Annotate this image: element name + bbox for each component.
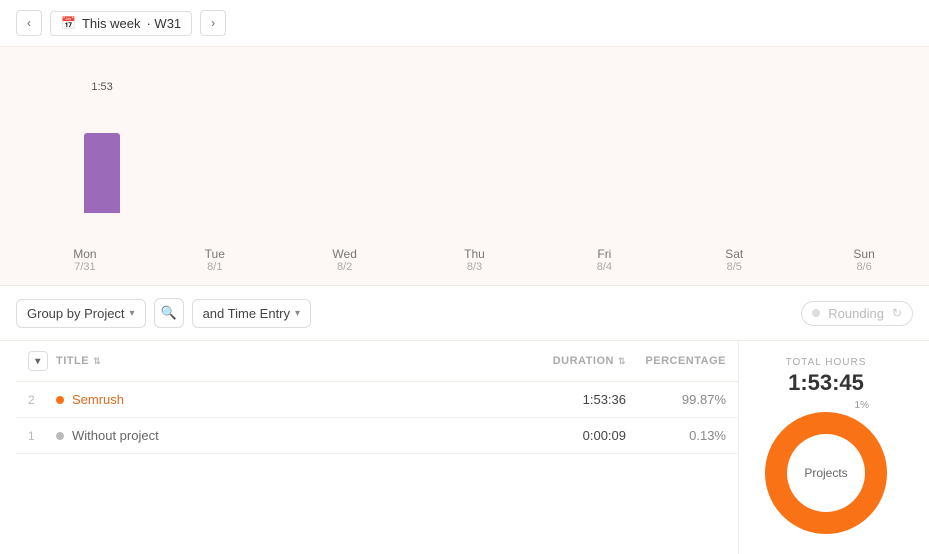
- row-percentage-1: 99.87%: [626, 392, 726, 407]
- rounding-dot-icon: [812, 309, 820, 317]
- project-dot-gray: [56, 432, 64, 440]
- day-date-sat: 8/5: [669, 261, 799, 273]
- prev-week-button[interactable]: ‹: [16, 10, 42, 36]
- rounding-control: Rounding ↻: [801, 301, 913, 326]
- duration-header-label: DURATION: [553, 355, 614, 367]
- row-num-value-2: 1: [28, 429, 35, 443]
- row-duration-1: 1:53:36: [506, 392, 626, 407]
- day-fri: Fri 8/4: [539, 247, 669, 273]
- day-sun: Sun 8/6: [799, 247, 929, 273]
- duration-col-header: DURATION ⇅: [506, 355, 626, 367]
- row-num-value-1: 2: [28, 393, 35, 407]
- day-date-mon: 7/31: [20, 261, 150, 273]
- day-date-wed: 8/2: [280, 261, 410, 273]
- day-sat: Sat 8/5: [669, 247, 799, 273]
- bar-col-fri: [537, 63, 661, 213]
- percentage-col-header: PERCENTAGE: [626, 355, 726, 367]
- day-name-wed: Wed: [280, 247, 410, 261]
- entry-type-arrow-icon: ▾: [295, 308, 300, 319]
- row-num-2: 1: [28, 429, 56, 443]
- day-date-sun: 8/6: [799, 261, 929, 273]
- donut-center-label: Projects: [804, 466, 847, 480]
- row-title-2: Without project: [56, 428, 506, 443]
- group-by-label: Group by Project: [27, 306, 125, 321]
- day-wed: Wed 8/2: [280, 247, 410, 273]
- rounding-refresh-icon[interactable]: ↻: [892, 306, 902, 320]
- week-num-text: · W31: [146, 16, 181, 31]
- chart-area: 1:53: [0, 47, 929, 247]
- week-label-text: This week: [82, 16, 141, 31]
- bar-mon: [84, 133, 120, 213]
- row-percentage-2: 0.13%: [626, 428, 726, 443]
- bar-col-wed: [288, 63, 412, 213]
- day-mon: Mon 7/31: [20, 247, 150, 273]
- title-header-label: TITLE: [56, 355, 89, 367]
- row-duration-2: 0:00:09: [506, 428, 626, 443]
- day-labels: Mon 7/31 Tue 8/1 Wed 8/2 Thu 8/3 Fri 8/4…: [0, 247, 929, 286]
- next-week-button[interactable]: ›: [200, 10, 226, 36]
- project-name-semrush[interactable]: Semrush: [72, 392, 124, 407]
- expand-all-button[interactable]: ▾: [28, 351, 48, 371]
- day-date-fri: 8/4: [539, 261, 669, 273]
- total-hours-label: TOTAL HOURS: [786, 357, 867, 368]
- table-row: 1 Without project 0:00:09 0.13%: [16, 418, 738, 454]
- row-num-1: 2: [28, 393, 56, 407]
- rounding-label: Rounding: [828, 306, 884, 321]
- entry-type-label: and Time Entry: [203, 306, 290, 321]
- expand-col-header: ▾: [28, 351, 56, 371]
- bar-col-sat: [661, 63, 785, 213]
- duration-sort-icon[interactable]: ⇅: [618, 356, 626, 367]
- title-sort-icon[interactable]: ⇅: [93, 356, 101, 367]
- day-name-sun: Sun: [799, 247, 929, 261]
- day-name-sat: Sat: [669, 247, 799, 261]
- bar-col-sun: [785, 63, 909, 213]
- bar-col-thu: [412, 63, 536, 213]
- title-col-header: TITLE ⇅: [56, 355, 506, 367]
- table-row: 2 Semrush 1:53:36 99.87%: [16, 382, 738, 418]
- day-name-mon: Mon: [20, 247, 150, 261]
- group-by-dropdown[interactable]: Group by Project ▾: [16, 299, 146, 328]
- day-name-thu: Thu: [410, 247, 540, 261]
- time-table: ▾ TITLE ⇅ DURATION ⇅ PERCENTAGE 2 Semrus…: [16, 341, 738, 554]
- day-thu: Thu 8/3: [410, 247, 540, 273]
- project-name-without: Without project: [72, 428, 159, 443]
- day-date-thu: 8/3: [410, 261, 540, 273]
- controls-row: Group by Project ▾ 🔍 and Time Entry ▾ Ro…: [0, 286, 929, 341]
- table-area: ▾ TITLE ⇅ DURATION ⇅ PERCENTAGE 2 Semrus…: [0, 341, 929, 554]
- search-icon: 🔍: [160, 305, 176, 321]
- bar-value-mon: 1:53: [91, 81, 112, 93]
- calendar-icon: 📅: [61, 16, 76, 30]
- project-dot-orange: [56, 396, 64, 404]
- day-name-tue: Tue: [150, 247, 280, 261]
- entry-type-dropdown[interactable]: and Time Entry ▾: [192, 299, 311, 328]
- donut-chart: 1% Projects: [761, 408, 891, 538]
- bar-col-tue: [164, 63, 288, 213]
- donut-1pct-label: 1%: [855, 400, 869, 411]
- day-date-tue: 8/1: [150, 261, 280, 273]
- bar-chart: 1:53: [20, 63, 909, 213]
- bar-col-mon: 1:53: [40, 63, 164, 213]
- row-title-1: Semrush: [56, 392, 506, 407]
- day-tue: Tue 8/1: [150, 247, 280, 273]
- percentage-header-label: PERCENTAGE: [645, 355, 726, 367]
- total-hours-value: 1:53:45: [788, 370, 864, 396]
- top-bar: ‹ 📅 This week · W31 ›: [0, 0, 929, 47]
- group-by-arrow-icon: ▾: [130, 308, 135, 319]
- search-button[interactable]: 🔍: [154, 298, 184, 328]
- week-selector[interactable]: 📅 This week · W31: [50, 11, 192, 36]
- day-name-fri: Fri: [539, 247, 669, 261]
- summary-panel: TOTAL HOURS 1:53:45 1% Projects: [738, 341, 913, 554]
- table-header: ▾ TITLE ⇅ DURATION ⇅ PERCENTAGE: [16, 341, 738, 382]
